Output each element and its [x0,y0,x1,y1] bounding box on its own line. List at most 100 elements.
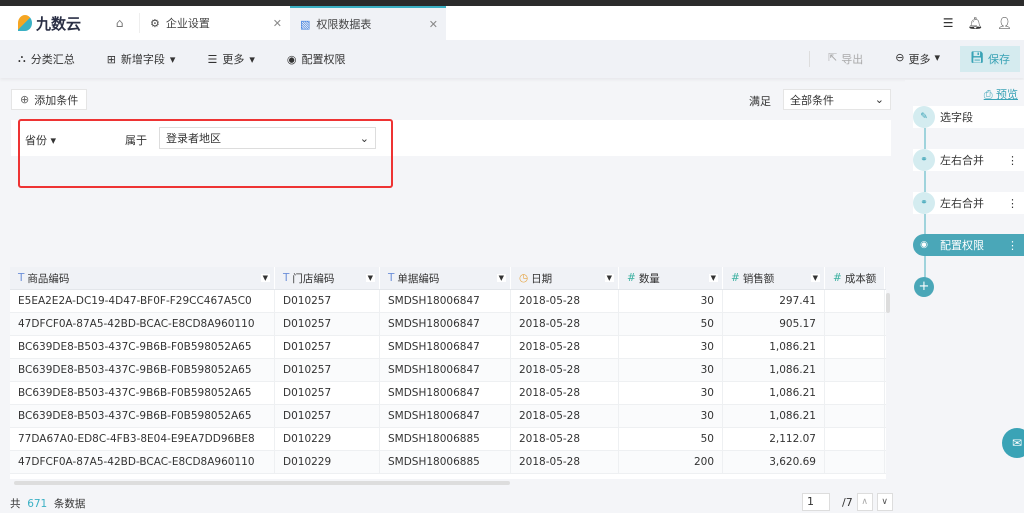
tab-permission-table[interactable]: ▧ 权限数据表 ✕ [290,6,446,40]
table-cell: SMDSH18006847 [380,382,511,404]
table-cell [825,336,885,358]
tab-label: 企业设置 [165,17,210,30]
table-cell: 297.41 [723,290,825,312]
pagination: 1 /7 ∧ ∨ [802,493,893,511]
table-row[interactable]: BC639DE8-B503-437C-9B6B-F0B598052A65 D010… [10,336,886,359]
next-page-button[interactable]: ∨ [876,493,893,511]
step-config-permission[interactable]: ◉ 配置权限 ⋮ [913,234,1024,256]
more-button[interactable]: ☰ 更多 ▾ [207,51,254,67]
label: 更多 [908,53,931,66]
column-menu-icon[interactable]: ▼ [496,274,506,282]
add-condition-button[interactable]: ⊕ 添加条件 [11,89,88,110]
column-menu-icon[interactable]: ▼ [260,274,270,282]
table-cell: BC639DE8-B503-437C-9B6B-F0B598052A65 [10,382,275,404]
table-cell: 2018-05-28 [511,405,619,427]
more-vertical-icon[interactable]: ⋮ [1007,239,1018,252]
home-icon[interactable]: ⌂ [100,13,140,33]
preview-link[interactable]: ⎙ 预览 [984,86,1018,102]
column-label: 商品编码 [27,272,70,285]
more-vertical-icon[interactable]: ⋮ [1007,197,1018,210]
column-label: 日期 [531,272,553,285]
table-cell: SMDSH18006847 [380,336,511,358]
label: 保存 [988,53,1010,66]
table-cell: 200 [619,451,723,473]
config-permission-button[interactable]: ◉ 配置权限 [287,51,346,67]
page-input[interactable]: 1 [802,493,830,511]
step-merge-2[interactable]: ⚭ 左右合并 ⋮ [913,192,1024,214]
add-field-button[interactable]: ⊞ 新增字段 ▾ [107,51,176,67]
table-cell [825,313,885,335]
caret-down-icon: ▾ [169,52,176,66]
table-row[interactable]: BC639DE8-B503-437C-9B6B-F0B598052A65 D010… [10,359,886,382]
table-cell: BC639DE8-B503-437C-9B6B-F0B598052A65 [10,405,275,427]
table-cell: 30 [619,359,723,381]
column-label: 单据编码 [397,272,440,285]
value: 全部条件 [790,93,834,107]
table-row[interactable]: 47DFCF0A-87A5-42BD-BCAC-E8CD8A960110 D010… [10,313,886,336]
horizontal-scrollbar[interactable] [14,481,510,485]
column-menu-icon[interactable]: ▼ [708,274,718,282]
table-cell: 1,086.21 [723,359,825,381]
column-header[interactable]: T 单据编码 ▼ [380,267,511,289]
step-select-fields[interactable]: ✎ 选字段 [913,106,1024,128]
column-header[interactable]: T 商品编码 ▼ [10,267,275,289]
shield-icon: ◉ [286,52,297,66]
column-label: 门店编码 [292,272,335,285]
column-label: 数量 [638,272,660,285]
vertical-scrollbar[interactable] [886,293,890,313]
table-cell: 1,086.21 [723,405,825,427]
close-icon[interactable]: ✕ [273,17,282,30]
column-menu-icon[interactable]: ▼ [604,274,614,282]
table-row[interactable]: BC639DE8-B503-437C-9B6B-F0B598052A65 D010… [10,382,886,405]
export-icon: ⇱ [828,51,838,64]
number-type-icon: # [833,272,842,284]
table-cell: 2018-05-28 [511,290,619,312]
close-icon[interactable]: ✕ [429,18,438,31]
column-header[interactable]: # 数量 ▼ [619,267,723,289]
table-row[interactable]: 47DFCF0A-87A5-42BD-BCAC-E8CD8A960110 D010… [10,451,886,474]
text-type-icon: T [18,272,25,284]
more-right-button[interactable]: ⊖ 更多 ▾ [895,51,940,67]
more-vertical-icon[interactable]: ⋮ [1007,154,1018,167]
table-cell: SMDSH18006847 [380,290,511,312]
table-cell: 2018-05-28 [511,451,619,473]
table-cell: 3,620.69 [723,451,825,473]
table-cell: D010257 [275,313,380,335]
export-button[interactable]: ⇱ 导出 [809,51,863,67]
main-area: ⊕ 添加条件 满足 全部条件 ⌄ 省份 ▾ 属于 登录者地区 ⌄ T 商品编码 ▼ T 门店编… [0,80,902,513]
add-step-button[interactable]: + [914,277,934,297]
table-cell: 2018-05-28 [511,428,619,450]
column-header[interactable]: # 销售额 ▼ [723,267,825,289]
table-row[interactable]: 77DA67A0-ED8C-4FB3-8E04-E9EA7DD96BE8 D010… [10,428,886,451]
user-icon[interactable]: 👤︎ [997,16,1012,30]
table-row[interactable]: E5EA2E2A-DC19-4D47-BF0F-F29CC467A5C0 D010… [10,290,886,313]
save-button[interactable]: 💾︎ 保存 [960,46,1020,72]
table-cell: 30 [619,405,723,427]
table-cell: SMDSH18006847 [380,313,511,335]
text-type-icon: T [283,272,290,284]
column-header[interactable]: ◷ 日期 ▼ [511,267,619,289]
column-menu-icon[interactable]: ▼ [810,274,820,282]
step-merge-1[interactable]: ⚭ 左右合并 ⋮ [913,149,1024,171]
logo[interactable]: 九数云 [18,13,100,34]
classify-button[interactable]: ⛬ 分类汇总 [18,51,75,67]
column-header[interactable]: T 门店编码 ▼ [275,267,380,289]
satisfy-select[interactable]: 全部条件 ⌄ [783,89,891,110]
table-cell: E5EA2E2A-DC19-4D47-BF0F-F29CC467A5C0 [10,290,275,312]
table-cell: 30 [619,290,723,312]
app-header: 九数云 ⌂ ⚙ 企业设置 ✕ ▧ 权限数据表 ✕ ☰ 🔔︎ 👤︎ [0,6,1024,40]
table-cell: 905.17 [723,313,825,335]
column-menu-icon[interactable]: ▼ [365,274,375,282]
table-cell: 2,112.07 [723,428,825,450]
table-header: T 商品编码 ▼ T 门店编码 ▼ T 单据编码 ▼ ◷ 日期 ▼ # 数量 ▼ # 销售额 ▼ # 成本额 [10,267,886,290]
tab-enterprise-settings[interactable]: ⚙ 企业设置 ✕ [140,6,290,40]
merge-icon: ⚭ [913,192,935,214]
column-header[interactable]: # 成本额 [825,267,885,289]
table-row[interactable]: BC639DE8-B503-437C-9B6B-F0B598052A65 D010… [10,405,886,428]
bell-icon[interactable]: 🔔︎ [968,16,983,30]
prev-page-button[interactable]: ∧ [856,493,873,511]
list-icon[interactable]: ☰ [943,16,954,30]
chat-support-icon[interactable]: ✉ [1002,428,1024,458]
label: 左右合并 [940,197,984,210]
table-cell: 47DFCF0A-87A5-42BD-BCAC-E8CD8A960110 [10,451,275,473]
